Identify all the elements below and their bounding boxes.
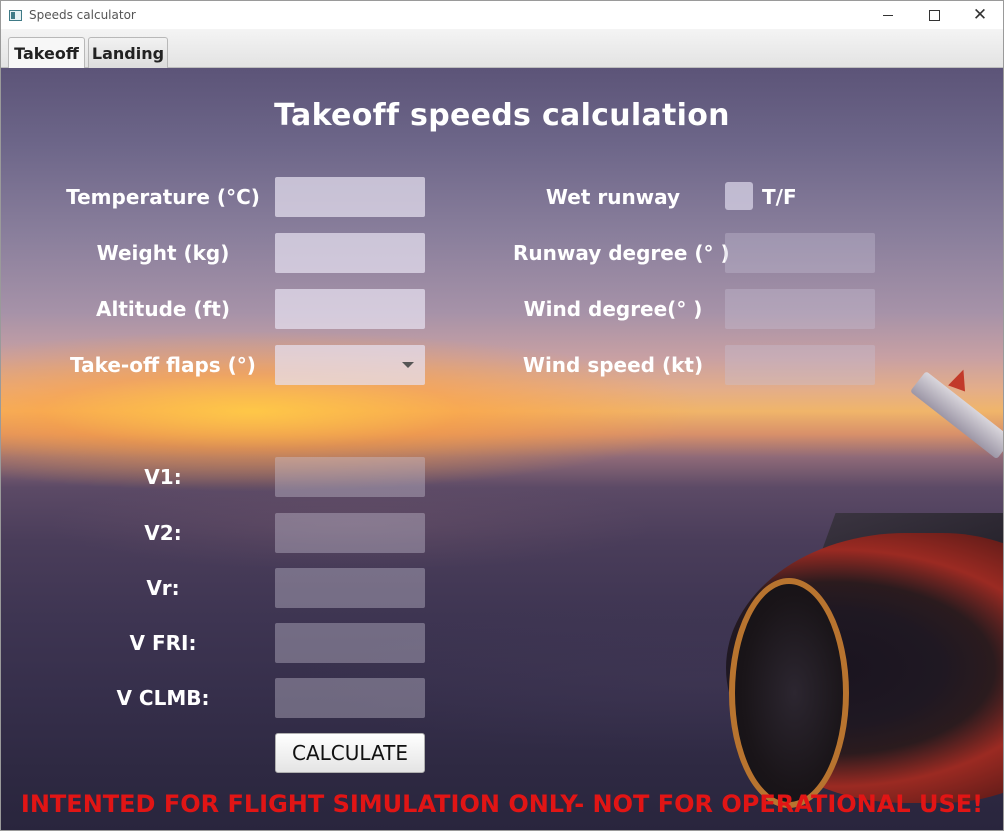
takeoff-panel: Takeoff speeds calculation Temperature (…	[1, 68, 1003, 830]
altitude-input[interactable]	[275, 289, 425, 329]
runway-degree-label: Runway degree (° )	[513, 241, 730, 265]
vr-output[interactable]	[275, 568, 425, 608]
temperature-label: Temperature (°C)	[66, 185, 260, 209]
vr-label: Vr:	[146, 576, 180, 600]
weight-label: Weight (kg)	[96, 241, 230, 265]
wind-degree-label: Wind degree(° )	[523, 297, 703, 321]
wind-degree-input[interactable]	[725, 289, 875, 329]
minimize-button[interactable]	[865, 1, 911, 29]
wet-runway-label: Wet runway	[545, 185, 681, 209]
window-title: Speeds calculator	[29, 8, 136, 22]
calculate-button[interactable]: CALCULATE	[275, 733, 425, 773]
tab-bar: Takeoff Landing	[1, 29, 1003, 68]
flaps-select[interactable]	[275, 345, 425, 385]
v1-output[interactable]	[275, 457, 425, 497]
vclmb-label: V CLMB:	[116, 686, 210, 710]
app-icon	[9, 9, 22, 21]
close-button[interactable]: ✕	[957, 1, 1003, 29]
app-window: Speeds calculator ✕ Takeoff Landing Take…	[0, 0, 1004, 831]
page-title: Takeoff speeds calculation	[274, 98, 730, 133]
disclaimer-warning: INTENTED FOR FLIGHT SIMULATION ONLY- NOT…	[20, 790, 984, 818]
tab-takeoff[interactable]: Takeoff	[8, 37, 85, 68]
maximize-icon	[928, 9, 940, 21]
minimize-icon	[883, 14, 893, 16]
title-bar: Speeds calculator ✕	[1, 1, 1003, 29]
altitude-label: Altitude (ft)	[96, 297, 230, 321]
flaps-label: Take-off flaps (°)	[70, 353, 256, 377]
window-controls: ✕	[865, 1, 1003, 29]
chevron-down-icon	[402, 362, 414, 368]
weight-input[interactable]	[275, 233, 425, 273]
runway-degree-input[interactable]	[725, 233, 875, 273]
v2-label: V2:	[144, 521, 182, 545]
close-icon: ✕	[972, 4, 988, 25]
wet-runway-checkbox-label: T/F	[762, 185, 797, 209]
background-winglet	[948, 366, 972, 392]
vfri-output[interactable]	[275, 623, 425, 663]
wind-speed-input[interactable]	[725, 345, 875, 385]
wet-runway-checkbox[interactable]	[725, 182, 753, 210]
wind-speed-label: Wind speed (kt)	[522, 353, 704, 377]
vclmb-output[interactable]	[275, 678, 425, 718]
v1-label: V1:	[144, 465, 182, 489]
background-engine-inlet	[729, 578, 849, 808]
maximize-button[interactable]	[911, 1, 957, 29]
temperature-input[interactable]	[275, 177, 425, 217]
tab-landing[interactable]: Landing	[88, 37, 168, 68]
vfri-label: V FRI:	[129, 631, 197, 655]
v2-output[interactable]	[275, 513, 425, 553]
